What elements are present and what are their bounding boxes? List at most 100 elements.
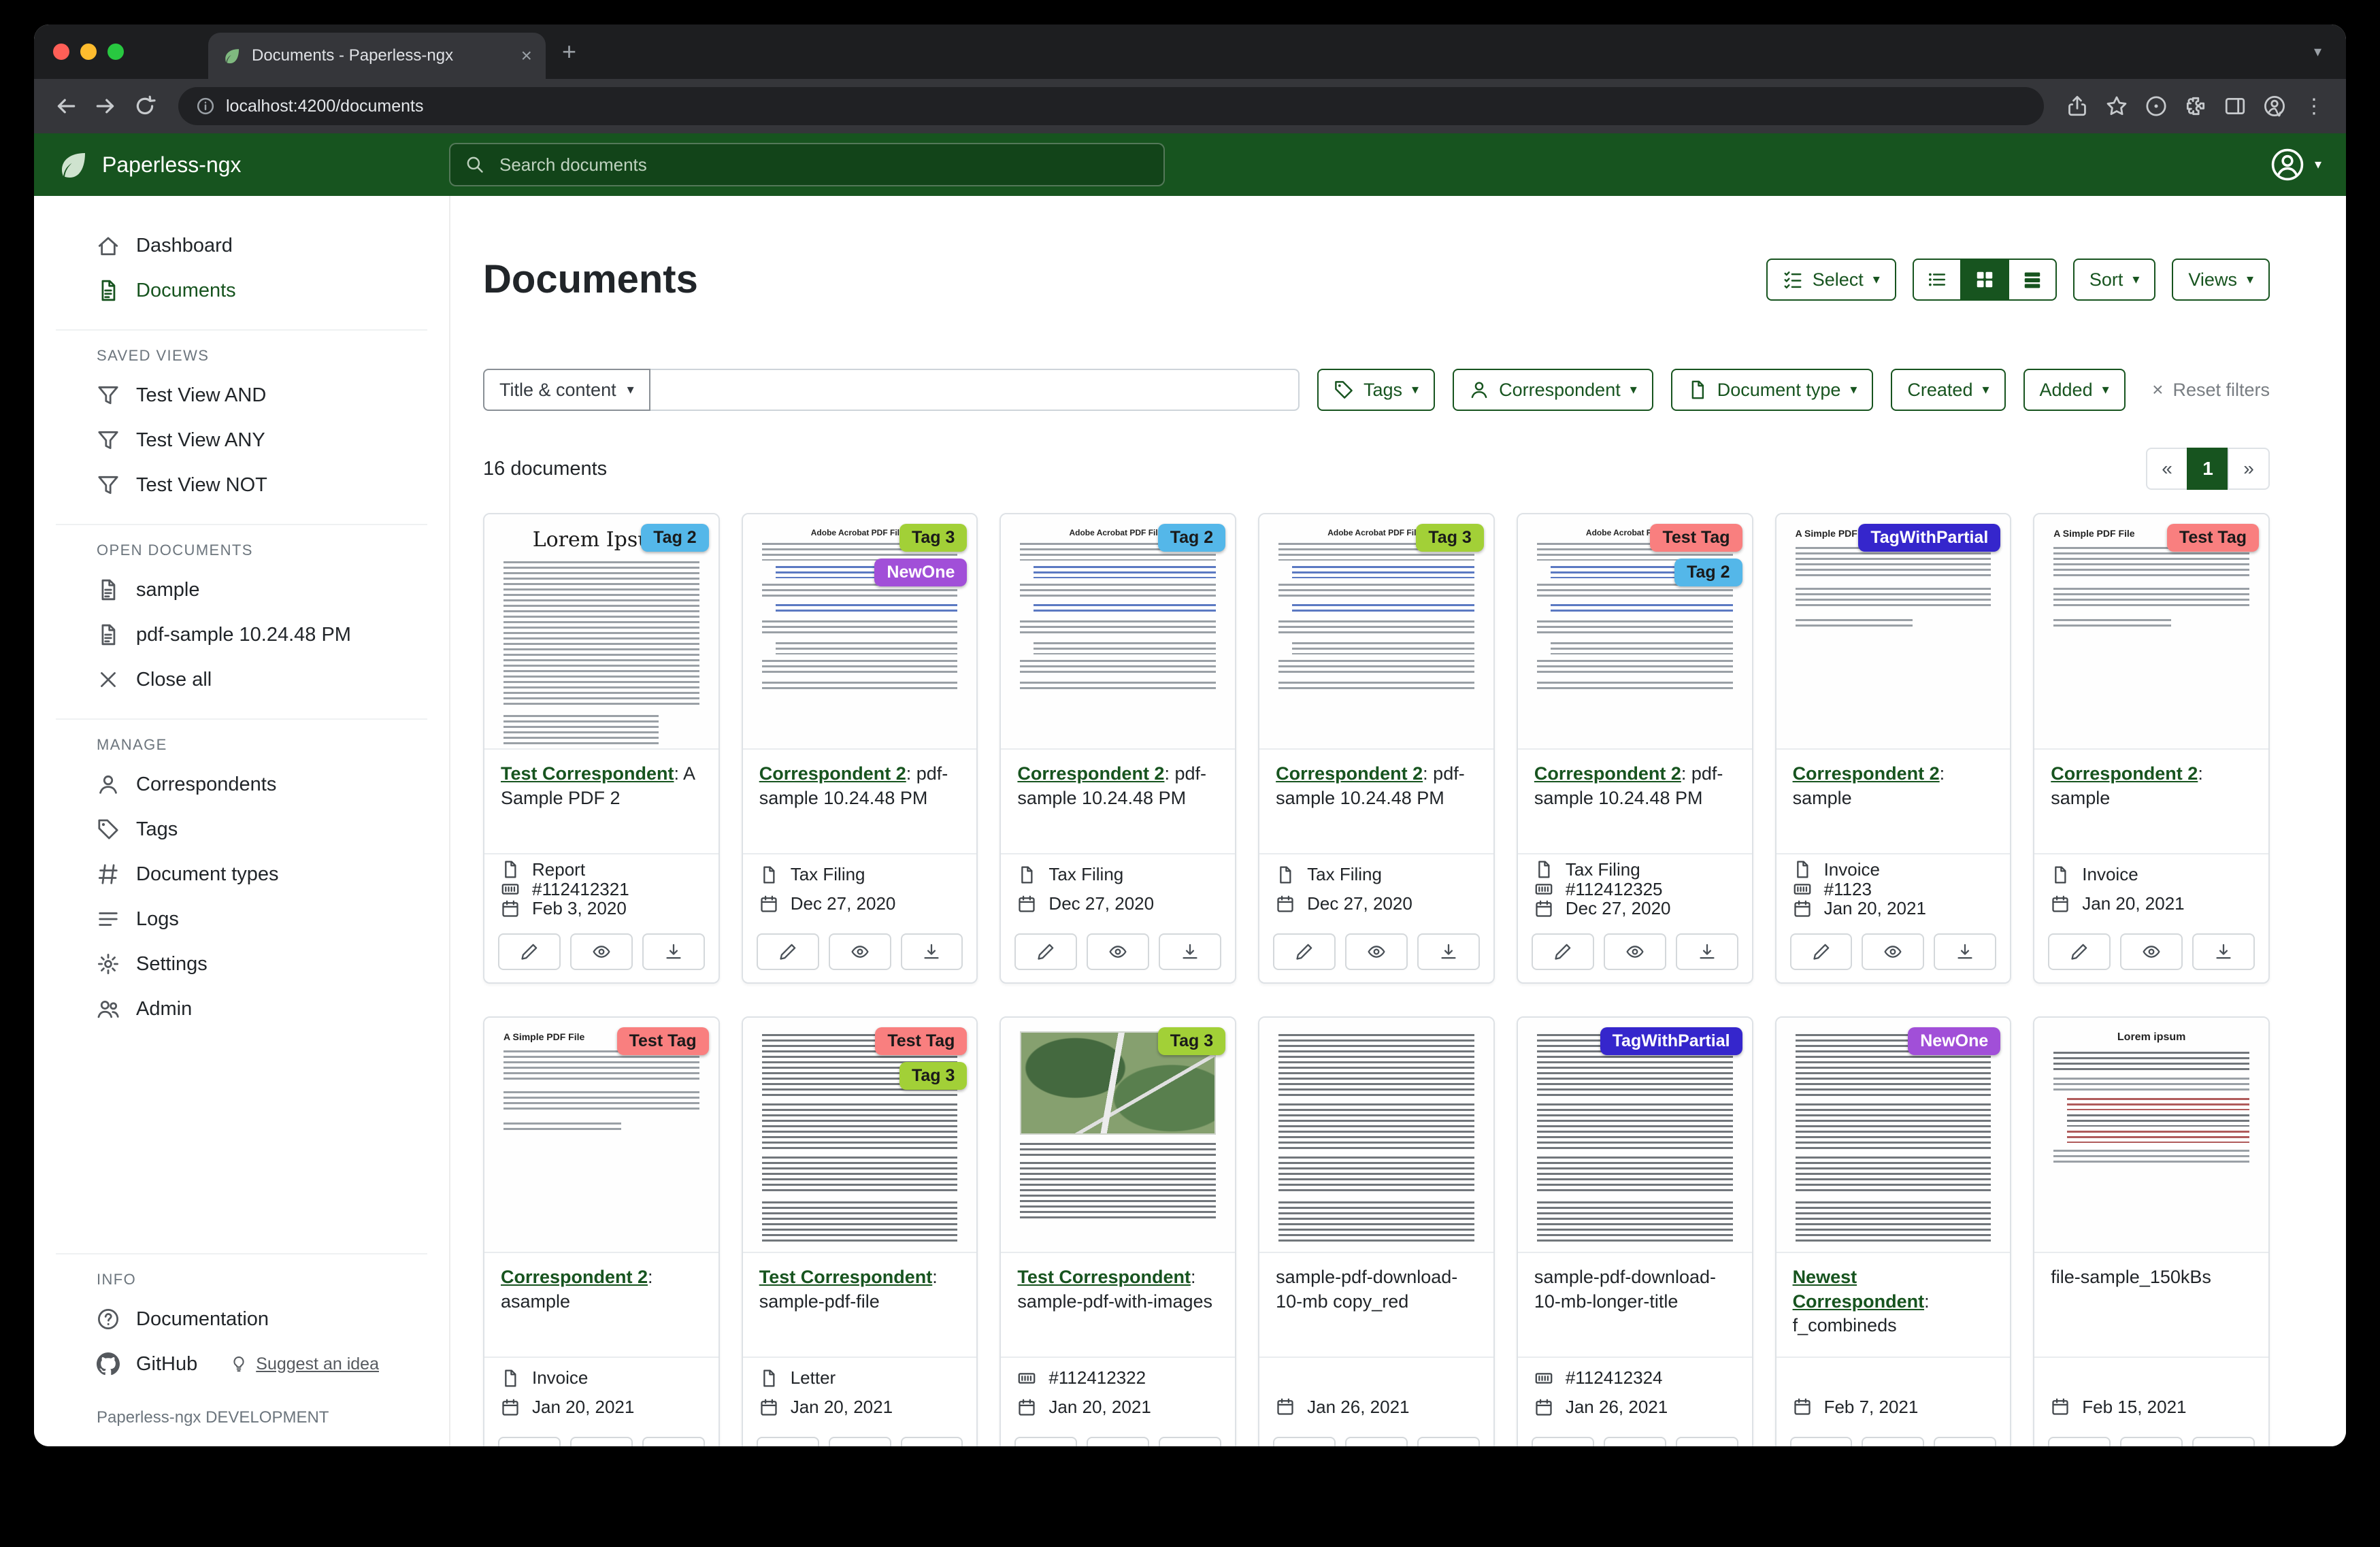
sidebar-item-dashboard[interactable]: Dashboard xyxy=(34,223,449,268)
global-search[interactable] xyxy=(449,143,1165,186)
filter-created-button[interactable]: Created▾ xyxy=(1891,369,2005,411)
filter-correspondent-button[interactable]: Correspondent▾ xyxy=(1453,369,1653,411)
document-thumbnail[interactable]: Adobe Acrobat PDF FilesTag 3 xyxy=(1259,514,1493,750)
minimize-window-button[interactable] xyxy=(80,44,97,60)
document-thumbnail[interactable]: Adobe Acrobat PDF FilesTag 3NewOne xyxy=(743,514,977,750)
sidebar-item-settings[interactable]: Settings xyxy=(34,942,449,986)
view-button[interactable] xyxy=(1087,1437,1149,1446)
edit-button[interactable] xyxy=(1273,933,1336,970)
new-tab-button[interactable]: + xyxy=(562,39,576,64)
list-view-button[interactable] xyxy=(1913,259,1962,301)
sidebar-item-document-types[interactable]: Document types xyxy=(34,852,449,897)
correspondent-link[interactable]: Correspondent 2 xyxy=(1534,763,1681,784)
correspondent-link[interactable]: Correspondent 2 xyxy=(759,763,906,784)
tag-badge[interactable]: TagWithPartial xyxy=(1600,1027,1742,1055)
download-button[interactable] xyxy=(1676,1437,1738,1446)
sidebar-item-logs[interactable]: Logs xyxy=(34,897,449,942)
tag-badge[interactable]: Test Tag xyxy=(1650,524,1742,552)
prev-page-button[interactable]: « xyxy=(2146,448,2188,490)
select-button[interactable]: Select ▾ xyxy=(1766,259,1896,301)
edit-button[interactable] xyxy=(757,1437,819,1446)
view-button[interactable] xyxy=(1345,1437,1408,1446)
document-thumbnail[interactable]: A Simple PDF FileTagWithPartial xyxy=(1776,514,2011,750)
correspondent-link[interactable]: Correspondent 2 xyxy=(1017,763,1164,784)
edit-button[interactable] xyxy=(1014,1437,1077,1446)
tag-badge[interactable]: Tag 3 xyxy=(899,1062,967,1090)
tag-badge[interactable]: Test Tag xyxy=(617,1027,709,1055)
view-button[interactable] xyxy=(1862,1437,1924,1446)
correspondent-link[interactable]: Newest Correspondent xyxy=(1793,1267,1925,1312)
tag-badge[interactable]: Tag 3 xyxy=(1416,524,1483,552)
status-icon[interactable] xyxy=(2138,88,2175,124)
edit-button[interactable] xyxy=(1532,1437,1594,1446)
browser-tab[interactable]: Documents - Paperless-ngx × xyxy=(208,33,546,79)
filter-tags-button[interactable]: Tags▾ xyxy=(1317,369,1435,411)
document-title[interactable]: sample-pdf-download-10-mb copy_red xyxy=(1259,1253,1493,1358)
suggest-an-idea-link[interactable]: Suggest an idea xyxy=(230,1354,379,1374)
document-title[interactable]: sample-pdf-download-10-mb-longer-title xyxy=(1518,1253,1752,1358)
correspondent-link[interactable]: Test Correspondent xyxy=(1017,1267,1191,1287)
edit-button[interactable] xyxy=(498,1437,561,1446)
download-button[interactable] xyxy=(2192,933,2255,970)
document-title[interactable]: Correspondent 2: asample xyxy=(484,1253,718,1358)
app-brand[interactable]: Paperless-ngx xyxy=(56,148,449,181)
view-button[interactable] xyxy=(1345,933,1408,970)
document-thumbnail[interactable]: Lorem ipsum xyxy=(2034,1018,2268,1253)
edit-button[interactable] xyxy=(2048,1437,2111,1446)
document-thumbnail[interactable]: A Simple PDF FileTest Tag xyxy=(484,1018,718,1253)
edit-button[interactable] xyxy=(1790,933,1853,970)
document-title[interactable]: Correspondent 2: sample xyxy=(2034,750,2268,854)
document-thumbnail[interactable]: A Simple PDF FileTest Tag xyxy=(2034,514,2268,750)
download-button[interactable] xyxy=(901,1437,963,1446)
tab-search-icon[interactable]: ▾ xyxy=(2314,24,2321,79)
correspondent-link[interactable]: Correspondent 2 xyxy=(501,1267,648,1287)
tag-badge[interactable]: Test Tag xyxy=(875,1027,967,1055)
tag-badge[interactable]: Tag 2 xyxy=(1158,524,1225,552)
sidebar-item-sample[interactable]: sample xyxy=(34,567,449,612)
document-title[interactable]: Test Correspondent: sample-pdf-file xyxy=(743,1253,977,1358)
download-button[interactable] xyxy=(1934,1437,1996,1446)
correspondent-link[interactable]: Correspondent 2 xyxy=(2051,763,2198,784)
sidebar-item-documentation[interactable]: Documentation xyxy=(34,1297,449,1342)
download-button[interactable] xyxy=(642,1437,705,1446)
document-title[interactable]: Correspondent 2: sample xyxy=(1776,750,2011,854)
view-button[interactable] xyxy=(570,1437,633,1446)
next-page-button[interactable]: » xyxy=(2228,448,2270,490)
reload-icon[interactable] xyxy=(127,88,163,124)
download-button[interactable] xyxy=(1417,933,1480,970)
address-bar[interactable]: localhost:4200/documents xyxy=(178,87,2044,125)
sidebar-item-pdf-sample-10-24-48-pm[interactable]: pdf-sample 10.24.48 PM xyxy=(34,612,449,657)
document-thumbnail[interactable]: Test Tag Tag 3 xyxy=(743,1018,977,1253)
sidebar-item-tags[interactable]: Tags xyxy=(34,807,449,852)
edit-button[interactable] xyxy=(1273,1437,1336,1446)
correspondent-link[interactable]: Correspondent 2 xyxy=(1276,763,1423,784)
download-button[interactable] xyxy=(1417,1437,1480,1446)
search-input[interactable] xyxy=(497,153,1148,177)
grid-view-button[interactable] xyxy=(1960,259,2009,301)
detail-view-button[interactable] xyxy=(2008,259,2057,301)
document-title[interactable]: Correspondent 2: pdf-sample 10.24.48 PM xyxy=(743,750,977,854)
document-thumbnail[interactable]: NewOne xyxy=(1776,1018,2011,1253)
forward-icon[interactable] xyxy=(87,88,124,124)
download-button[interactable] xyxy=(642,933,705,970)
tag-badge[interactable]: Test Tag xyxy=(2167,524,2259,552)
close-window-button[interactable] xyxy=(53,44,69,60)
view-button[interactable] xyxy=(1087,933,1149,970)
sidebar-item-test-view-not[interactable]: Test View NOT xyxy=(34,463,449,508)
download-button[interactable] xyxy=(1676,933,1738,970)
document-title[interactable]: file-sample_150kBs xyxy=(2034,1253,2268,1358)
document-thumbnail[interactable]: Tag 3 xyxy=(1001,1018,1235,1253)
view-button[interactable] xyxy=(1604,933,1666,970)
sidebar-item-test-view-any[interactable]: Test View ANY xyxy=(34,418,449,463)
edit-button[interactable] xyxy=(2048,933,2111,970)
view-button[interactable] xyxy=(829,933,891,970)
document-title[interactable]: Correspondent 2: pdf-sample 10.24.48 PM xyxy=(1518,750,1752,854)
tab-close-icon[interactable]: × xyxy=(521,46,532,65)
back-icon[interactable] xyxy=(48,88,84,124)
document-thumbnail[interactable] xyxy=(1259,1018,1493,1253)
filter-added-button[interactable]: Added▾ xyxy=(2023,369,2126,411)
document-title[interactable]: Test Correspondent: A Sample PDF 2 xyxy=(484,750,718,854)
document-title[interactable]: Test Correspondent: sample-pdf-with-imag… xyxy=(1001,1253,1235,1358)
download-button[interactable] xyxy=(1159,933,1221,970)
correspondent-link[interactable]: Test Correspondent xyxy=(501,763,674,784)
